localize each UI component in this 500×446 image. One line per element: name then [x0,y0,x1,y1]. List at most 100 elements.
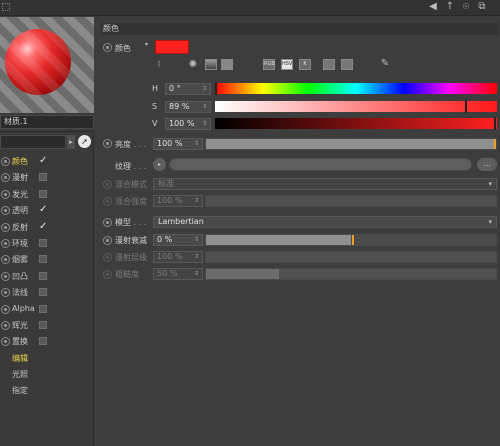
roughness-input[interactable]: 50 % ⇕ [153,268,203,280]
channel-label[interactable]: 凹凸 [12,271,28,282]
v-input[interactable]: 100 % ⇕ [165,118,211,130]
channel-label[interactable]: 反射 [12,222,28,233]
slider-handle[interactable] [465,100,467,113]
slider-handle[interactable] [352,235,354,245]
h-input[interactable]: 0 ° ⇕ [165,83,211,95]
back-arrow-icon[interactable]: ◀ [427,1,439,13]
radio-icon[interactable] [1,255,10,265]
channel-label[interactable]: 发光 [12,189,28,200]
material-preview[interactable] [0,17,94,113]
material-name-field[interactable]: 材质.1 [0,115,94,129]
picker-icon[interactable]: ➚ [78,135,91,148]
color-wheel-icon[interactable]: ✺ [187,59,199,70]
spinner-icon[interactable]: ⇕ [202,84,207,94]
channel-item-color[interactable]: 颜色 ✓ [0,153,94,169]
checkbox-icon[interactable] [39,255,47,264]
channel-label[interactable]: 漫射 [12,172,28,183]
roughness-slider[interactable] [205,268,497,280]
sidebar-item-editor[interactable]: 编辑 [0,350,94,366]
channel-label[interactable]: 置换 [12,336,28,347]
checkbox-icon[interactable] [39,189,47,198]
checkbox-icon[interactable] [39,288,47,297]
radio-icon[interactable] [103,236,112,245]
panel-grip-icon[interactable] [2,3,10,11]
channel-label[interactable]: 烟雾 [12,254,28,265]
color-picker-mode-icon[interactable]: ⊺ [153,59,165,70]
channel-label[interactable]: 法线 [12,287,28,298]
radio-icon[interactable] [1,189,10,199]
mix-strength-input[interactable]: 100 % ⇕ [153,195,203,207]
radio-icon[interactable] [1,206,10,216]
radio-icon[interactable] [1,271,10,281]
radio-icon[interactable] [103,270,112,279]
checkbox-icon[interactable] [39,337,47,346]
spinner-icon[interactable]: ⇕ [194,196,199,206]
spinner-icon[interactable]: ⇕ [194,139,199,149]
radio-icon[interactable] [1,337,10,347]
lock-icon[interactable]: ☉ [460,1,472,13]
checkbox-checked-icon[interactable]: ✓ [39,221,47,231]
radio-icon[interactable] [1,222,10,232]
spinner-icon[interactable]: ⇕ [194,252,199,262]
radio-icon[interactable] [1,320,10,330]
channel-item-alpha[interactable]: Alpha [0,301,94,317]
radio-icon[interactable] [1,304,10,314]
material-link-arrow-icon[interactable]: ▸ [67,135,75,149]
channel-item-fog[interactable]: 烟雾 [0,251,94,267]
radio-icon[interactable] [1,173,10,183]
texture-browse-button[interactable]: ... [477,158,497,171]
material-link-field[interactable] [0,135,66,149]
channel-label[interactable]: Alpha [12,304,35,313]
hue-slider[interactable] [215,82,497,95]
kelvin-mode-button[interactable]: K [299,59,311,70]
channel-label[interactable]: 颜色 [12,156,28,167]
radio-icon[interactable] [1,157,10,166]
slider-handle[interactable] [494,117,496,130]
texture-menu-button[interactable]: ▸ [153,158,166,171]
diffuse-falloff-slider[interactable] [205,234,497,246]
image-picker-icon[interactable] [221,59,233,70]
saturation-slider[interactable] [215,100,497,113]
value-slider[interactable] [215,117,497,130]
model-dropdown[interactable]: Lambertian ▾ [153,216,497,228]
checkbox-icon[interactable] [39,320,47,329]
color-swatch[interactable] [155,40,189,54]
radio-icon[interactable] [1,288,10,298]
channel-label[interactable]: 辉光 [12,320,28,331]
new-window-icon[interactable]: ⧉ [476,1,488,13]
checkbox-icon[interactable] [39,304,47,313]
slider-handle[interactable] [494,139,496,149]
mixer-icon[interactable] [323,59,335,70]
channel-item-displacement[interactable]: 置换 [0,333,94,349]
channel-item-normal[interactable]: 法线 [0,284,94,300]
channel-item-bump[interactable]: 凹凸 [0,268,94,284]
channel-item-glow[interactable]: 辉光 [0,317,94,333]
up-arrow-icon[interactable]: ↑ [444,1,456,13]
sidebar-item-illumination[interactable]: 光照 [0,366,94,382]
brightness-slider[interactable] [205,138,497,150]
diffuse-level-slider[interactable] [205,251,497,263]
diffuse-falloff-input[interactable]: 0 % ⇕ [153,234,203,246]
channel-item-environment[interactable]: 环境 [0,235,94,251]
mix-mode-dropdown[interactable]: 标准 ▾ [153,178,497,190]
radio-icon[interactable] [103,253,112,262]
spinner-icon[interactable]: ⇕ [194,235,199,245]
spinner-icon[interactable]: ⇕ [202,102,207,112]
spinner-icon[interactable]: ⇕ [202,119,207,129]
radio-icon[interactable] [103,180,112,189]
channel-item-reflectance[interactable]: 反射 ✓ [0,219,94,235]
brightness-input[interactable]: 100 % ⇕ [153,138,203,150]
channel-label[interactable]: 环境 [12,238,28,249]
radio-icon[interactable] [1,238,10,248]
checkbox-icon[interactable] [39,173,47,182]
channel-label[interactable]: 透明 [12,205,28,216]
checkbox-icon[interactable] [39,271,47,280]
channel-item-luminance[interactable]: 发光 [0,186,94,202]
eyedropper-icon[interactable]: ✎ [379,58,391,69]
channel-item-transparency[interactable]: 透明 ✓ [0,202,94,218]
radio-icon[interactable] [103,197,112,206]
sidebar-item-assignment[interactable]: 指定 [0,382,94,398]
checkbox-icon[interactable] [39,238,47,247]
radio-icon[interactable] [103,139,112,148]
s-input[interactable]: 89 % ⇕ [165,101,211,113]
